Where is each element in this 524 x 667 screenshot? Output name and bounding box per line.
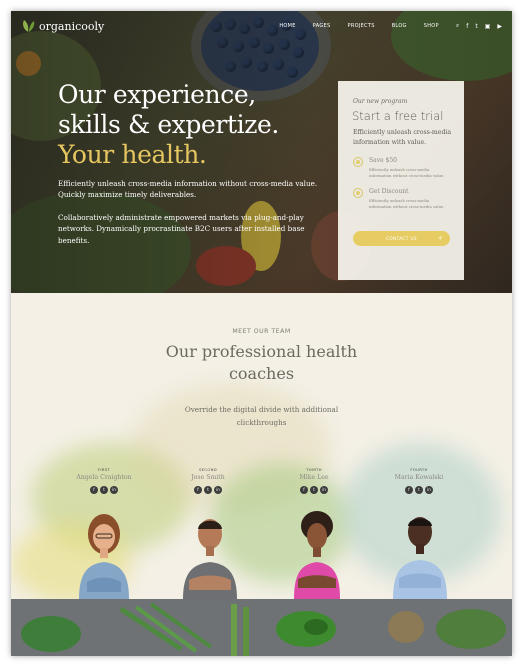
- linkedin-icon[interactable]: in: [425, 486, 433, 494]
- facebook-icon[interactable]: f: [90, 486, 98, 494]
- team-description-line-1: Override the digital divide with additio…: [184, 405, 339, 414]
- nav-item-projects[interactable]: PROJECTS: [348, 23, 375, 29]
- team-member: FIRST Angela Craighton f t in: [54, 467, 154, 494]
- free-trial-card: Our new program Start a free trial Effic…: [338, 81, 464, 280]
- team-member: SECOND Jose Smith f t in: [158, 467, 258, 494]
- twitter-icon[interactable]: t: [100, 486, 108, 494]
- member-name: Jose Smith: [191, 474, 225, 481]
- card-subtitle: Efficiently unleash cross-media informat…: [353, 129, 452, 146]
- card-kicker: Our new program: [353, 98, 408, 105]
- linkedin-icon[interactable]: in: [320, 486, 328, 494]
- member-photo: [294, 511, 340, 599]
- hero-section: organicooly HOME PAGES PROJECTS BLOG SHO…: [11, 11, 512, 293]
- leaf-logo-icon: [23, 20, 35, 32]
- contact-us-label: CONTACT US: [386, 236, 417, 241]
- card-title: Start a free trial: [352, 109, 444, 123]
- team-kicker: MEET OUR TEAM: [232, 328, 291, 335]
- member-social: f t in: [158, 486, 258, 494]
- team-title-line-2: coaches: [228, 364, 295, 383]
- hero-paragraph-1: Efficiently unleash cross-media informat…: [58, 179, 318, 200]
- team-description: Override the digital divide with additio…: [11, 403, 512, 429]
- contact-us-button[interactable]: CONTACT US +: [353, 231, 450, 246]
- team-section: MEET OUR TEAM Our professional health co…: [11, 293, 512, 599]
- member-role: THIRTH: [306, 467, 322, 472]
- nav-item-pages[interactable]: PAGES: [313, 23, 331, 29]
- member-social: f t in: [369, 486, 469, 494]
- member-name: Angela Craighton: [76, 474, 132, 481]
- team-member: THIRTH Mike Lee f t in: [264, 467, 364, 494]
- member-photo: [79, 514, 129, 599]
- member-role: SECOND: [198, 467, 217, 472]
- member-name: Mike Lee: [299, 474, 329, 481]
- hero-headline-line-3: Your health.: [58, 140, 207, 169]
- team-description-line-2: clickthroughs: [236, 418, 287, 427]
- pin-icon: [353, 157, 363, 167]
- main-nav: HOME PAGES PROJECTS BLOG SHOP ⌕ f t ▣ ▶: [262, 22, 502, 30]
- facebook-icon[interactable]: f: [466, 23, 468, 30]
- facebook-icon[interactable]: f: [405, 486, 413, 494]
- member-photo: [393, 517, 447, 599]
- card-item-label: Save $50: [369, 157, 397, 164]
- logo[interactable]: organicooly: [21, 19, 104, 33]
- member-role: FIRST: [97, 467, 111, 472]
- page-frame: organicooly HOME PAGES PROJECTS BLOG SHO…: [11, 11, 512, 656]
- twitter-icon[interactable]: t: [475, 23, 477, 30]
- member-social: f t in: [264, 486, 364, 494]
- hero-headline: Our experience, skills & expertize. Your…: [58, 80, 279, 170]
- brand-name: organicooly: [39, 19, 105, 33]
- linkedin-icon[interactable]: in: [214, 486, 222, 494]
- pin-icon: [353, 188, 363, 198]
- card-item-text: Efficiently unleash cross-media informat…: [369, 167, 445, 178]
- team-title-line-1: Our professional health: [165, 342, 358, 361]
- plus-icon: +: [437, 235, 443, 242]
- twitter-icon[interactable]: t: [204, 486, 212, 494]
- hero-headline-line-1: Our experience,: [58, 80, 256, 109]
- nav-item-shop[interactable]: SHOP: [424, 23, 439, 29]
- card-item-label: Get Discount: [369, 188, 409, 195]
- instagram-icon[interactable]: ▣: [485, 23, 491, 30]
- member-photo: [183, 519, 237, 599]
- nav-item-blog[interactable]: BLOG: [392, 23, 407, 29]
- team-title: Our professional health coaches: [11, 341, 512, 385]
- card-item-text: Efficiently unleash cross-media informat…: [369, 198, 445, 209]
- vegetables-image-strip: [11, 599, 512, 656]
- youtube-icon[interactable]: ▶: [497, 23, 502, 30]
- search-icon[interactable]: ⌕: [456, 22, 459, 30]
- vegetables-image: [11, 599, 512, 656]
- team-member: FOURTH Maria Kowalski f t in: [369, 467, 469, 494]
- member-social: f t in: [54, 486, 154, 494]
- facebook-icon[interactable]: f: [194, 486, 202, 494]
- hero-headline-line-2: skills & expertize.: [58, 110, 279, 139]
- twitter-icon[interactable]: t: [415, 486, 423, 494]
- facebook-icon[interactable]: f: [300, 486, 308, 494]
- hero-paragraph-2: Collaboratively administrate empowered m…: [58, 213, 305, 245]
- nav-item-home[interactable]: HOME: [279, 23, 295, 29]
- twitter-icon[interactable]: t: [310, 486, 318, 494]
- linkedin-icon[interactable]: in: [110, 486, 118, 494]
- member-name: Maria Kowalski: [394, 474, 444, 481]
- member-role: FOURTH: [410, 467, 428, 472]
